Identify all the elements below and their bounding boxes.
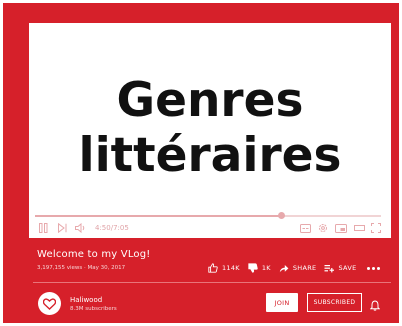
fullscreen-icon[interactable] bbox=[371, 222, 381, 234]
progress-scrubber[interactable] bbox=[277, 212, 285, 219]
settings-icon[interactable] bbox=[318, 222, 328, 234]
dislike-button[interactable]: 1K bbox=[248, 263, 271, 273]
heart-icon bbox=[43, 297, 56, 310]
video-title-line-1: Genres bbox=[116, 73, 304, 128]
like-button[interactable]: 114K bbox=[208, 263, 240, 273]
share-button[interactable]: SHARE bbox=[279, 264, 317, 273]
channel-name[interactable]: Haliwood bbox=[70, 296, 102, 304]
playlist-add-icon bbox=[324, 264, 335, 272]
join-button[interactable]: JOIN bbox=[266, 293, 298, 312]
notification-bell-icon[interactable] bbox=[369, 296, 381, 315]
video-actions: 114K 1K SHARE SAVE bbox=[208, 261, 382, 275]
player-controls: 4:50/7:05 bbox=[39, 222, 381, 236]
share-icon bbox=[279, 264, 289, 272]
subscribed-button[interactable]: SUBSCRIBED bbox=[307, 293, 362, 312]
theater-icon[interactable] bbox=[354, 222, 365, 234]
like-count: 114K bbox=[222, 264, 240, 272]
video-screen[interactable]: Genres littéraires 4:50/7:05 bbox=[29, 23, 391, 238]
channel-avatar[interactable] bbox=[38, 292, 61, 315]
timecode: 4:50/7:05 bbox=[95, 224, 129, 232]
thumbs-up-icon bbox=[208, 263, 218, 273]
share-label: SHARE bbox=[292, 264, 317, 272]
save-label: SAVE bbox=[338, 264, 357, 272]
next-icon[interactable] bbox=[58, 222, 67, 234]
video-meta: 3,197,155 views · May 30, 2017 bbox=[37, 265, 126, 271]
subscriber-count: 8.3M subscribers bbox=[70, 306, 117, 312]
save-button[interactable]: SAVE bbox=[324, 264, 356, 273]
captions-icon[interactable] bbox=[300, 222, 311, 234]
dislike-count: 1K bbox=[261, 264, 271, 272]
video-slide-title: Genres littéraires bbox=[29, 73, 391, 183]
progress-bar[interactable] bbox=[35, 212, 381, 219]
miniplayer-icon[interactable] bbox=[335, 222, 347, 234]
divider bbox=[33, 282, 391, 283]
progress-fill bbox=[35, 215, 281, 217]
more-options-icon[interactable] bbox=[366, 266, 382, 270]
video-title-line-2: littéraires bbox=[78, 128, 342, 183]
pause-icon[interactable] bbox=[39, 222, 48, 234]
thumbs-down-icon bbox=[248, 263, 258, 273]
video-player-card: Genres littéraires 4:50/7:05 Welcome to … bbox=[3, 3, 399, 323]
video-heading: Welcome to my VLog! bbox=[37, 249, 151, 260]
volume-icon[interactable] bbox=[75, 222, 87, 234]
